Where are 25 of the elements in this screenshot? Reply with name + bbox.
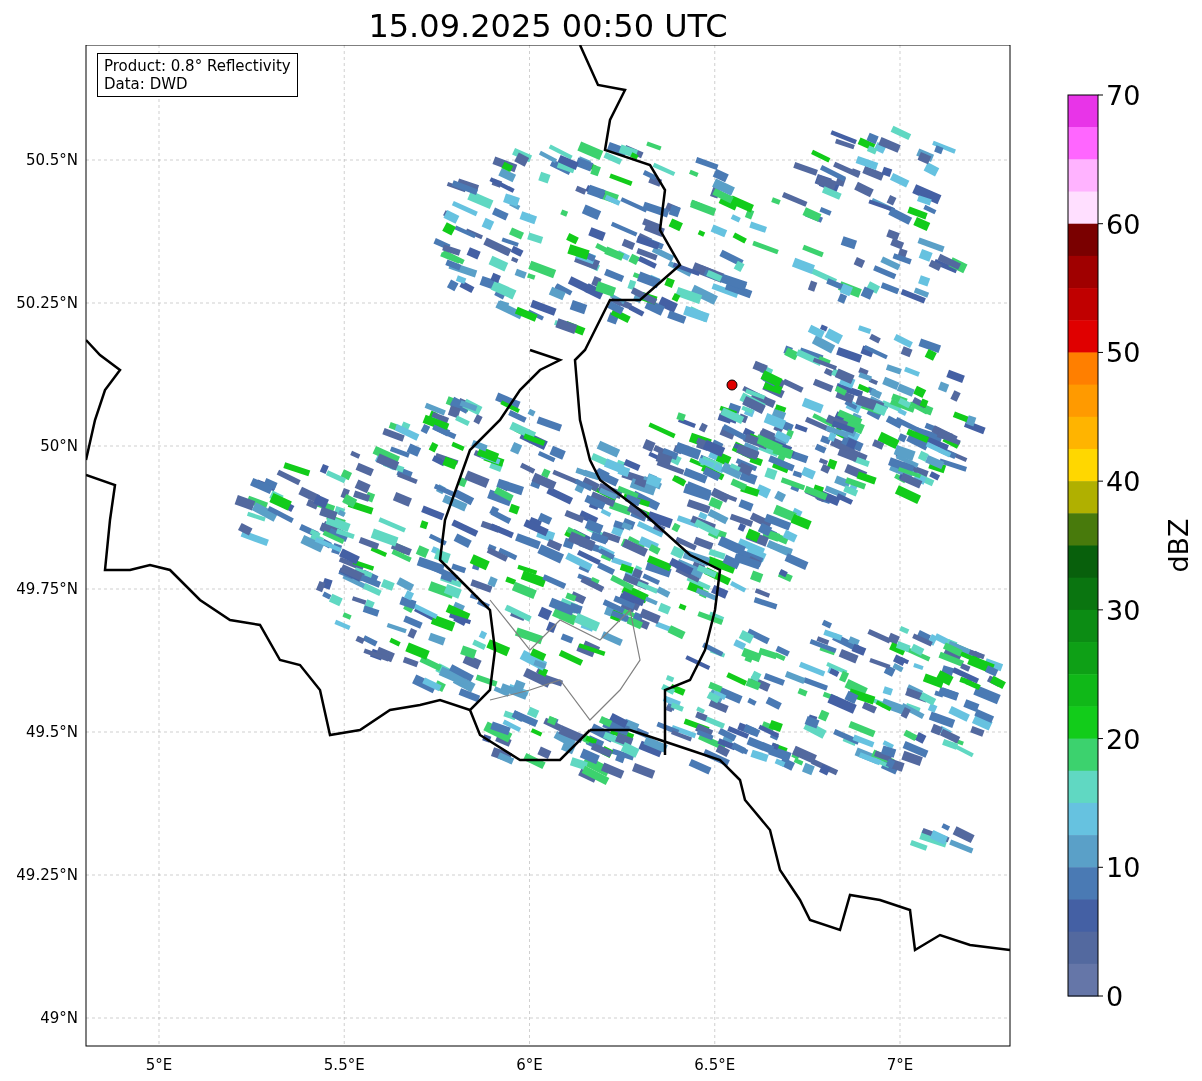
axis-tick-label: 49.25°N: [16, 866, 78, 884]
axis-tick-label: 50°N: [40, 437, 78, 455]
colorbar-tick-label: 50: [1106, 337, 1141, 369]
axis-tick-label: 6.5°E: [694, 1056, 736, 1074]
radar-site-marker: [726, 379, 738, 391]
colorbar-tick-label: 70: [1106, 80, 1141, 111]
info-text: Product: 0.8° Reflectivity: [104, 57, 291, 75]
colorbar-tick-label: 10: [1106, 852, 1141, 884]
colorbar-tick-label: 60: [1106, 208, 1141, 240]
axis-tick-label: 49.5°N: [25, 723, 78, 741]
axis-tick-label: 7°E: [886, 1056, 914, 1074]
axis-tick-label: 49.75°N: [16, 580, 78, 598]
chart-title: 15.09.2025 00:50 UTC: [367, 6, 729, 45]
colorbar-tick-label: 30: [1106, 594, 1141, 626]
axis-tick-label: 5°E: [145, 1056, 173, 1074]
colorbar-tick-label: 0: [1106, 981, 1124, 1012]
axis-tick-label: 6°E: [516, 1056, 543, 1074]
axis-tick-label: 5.5°E: [323, 1056, 365, 1074]
colorbar-tick-label: 40: [1106, 466, 1141, 498]
axis-tick-label: 50.25°N: [16, 294, 78, 312]
colorbar-tick-label: 20: [1106, 723, 1141, 755]
info-text: Data: DWD: [104, 75, 189, 93]
axis-tick-label: 50.5°N: [25, 151, 78, 169]
colorbar-label: dBZ: [1163, 518, 1194, 573]
axis-tick-label: 49°N: [40, 1009, 78, 1027]
